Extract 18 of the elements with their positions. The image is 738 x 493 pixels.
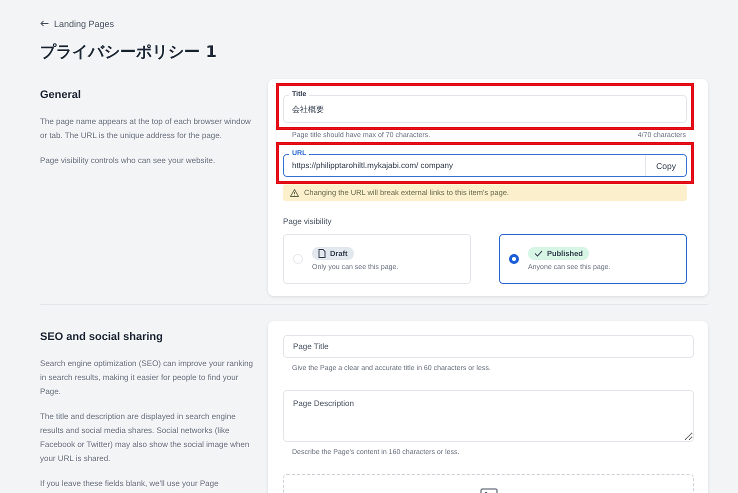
copy-button[interactable]: Copy [645,155,686,176]
section-description: Page visibility controls who can see your website. [40,155,216,167]
section-heading: General [40,89,82,101]
section-heading: SEO and social sharing [40,331,164,343]
radio-button[interactable] [509,254,519,264]
section-description: The page name appears at the top of each browser window or tab. The URL is the unique address for the page. [40,116,252,142]
page-description-field[interactable]: Page Description [283,390,694,442]
arrow-left-icon [40,20,49,27]
page-title-field[interactable]: Page Title [283,335,694,358]
section-description: If you leave these fields blank, we'll use your Page [40,478,220,490]
check-icon [534,250,543,257]
section-description: The title and description are displayed in search engine results and social media shares. Social networks (like Facebook or Twitter) may also show the social image when your URL is shared. [40,411,250,465]
page-title: プライバシーポリシー 1 [40,42,218,63]
document-icon [318,249,326,258]
back-link[interactable]: Landing Pages [40,18,114,28]
section-description: Search engine optimization (SEO) can improve your ranking in search results, making it easier for people to find your Page. [40,358,254,398]
visibility-label: Page visibility [283,217,332,226]
warning-icon [290,188,299,196]
